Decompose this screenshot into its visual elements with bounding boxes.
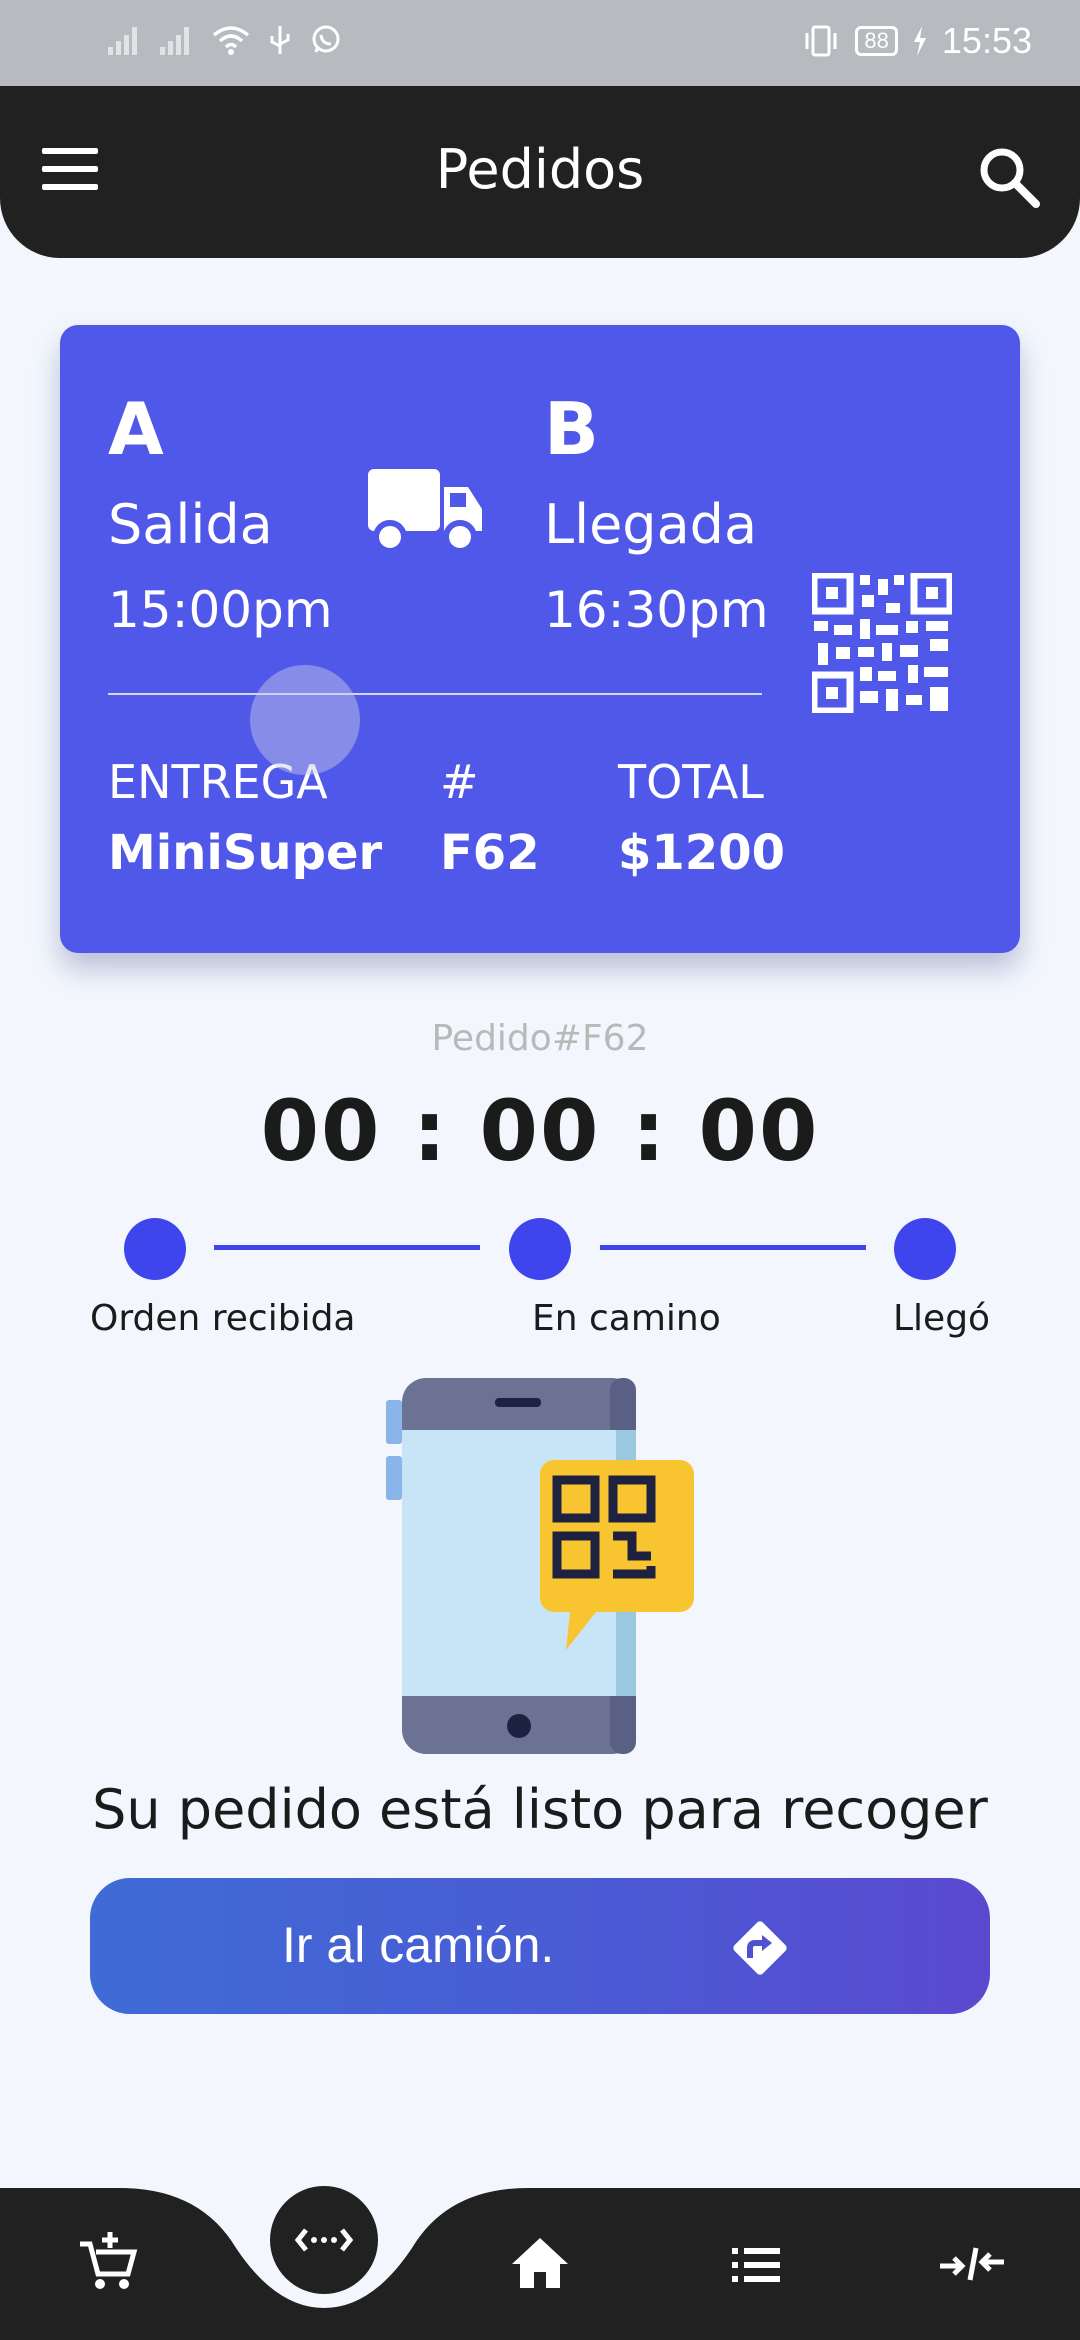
number-value: F62 [440, 825, 540, 881]
wifi-icon [212, 26, 250, 55]
step-dot-received [124, 1218, 186, 1280]
status-left-icons [108, 24, 342, 56]
step-label-arrived: Llegó [893, 1298, 991, 1339]
home-icon [512, 2238, 568, 2288]
page-title: Pedidos [435, 138, 645, 201]
nav-add-cart-button[interactable] [66, 2222, 146, 2302]
usb-icon [270, 26, 290, 54]
truck-icon [368, 469, 482, 554]
number-caption: # [440, 755, 479, 809]
origin-letter: A [108, 387, 164, 471]
go-to-truck-label: Ir al camión. [282, 1917, 555, 1973]
center-fab-button[interactable] [270, 2186, 378, 2294]
directions-icon [733, 1921, 787, 1975]
step-connector [600, 1245, 866, 1250]
signal-icon [108, 27, 137, 55]
phone-qr-illustration [386, 1378, 694, 1754]
total-caption: TOTAL [618, 755, 764, 809]
search-icon[interactable] [974, 142, 1044, 212]
nav-compress-button[interactable] [932, 2224, 1012, 2304]
compress-icon [940, 2247, 1004, 2281]
destination-letter: B [544, 387, 599, 471]
status-right-icons: 88 15:53 [801, 20, 1032, 62]
whatsapp-icon [312, 25, 340, 53]
signal-icon [160, 27, 189, 55]
charging-icon [913, 26, 926, 56]
step-dot-en-route [509, 1218, 571, 1280]
ticket-divider [108, 693, 762, 695]
origin-label: Salida [108, 493, 273, 556]
order-id-label: Pedido#F62 [431, 1018, 649, 1059]
origin-time: 15:00pm [108, 581, 333, 639]
destination-time: 16:30pm [544, 581, 769, 639]
touch-indicator [250, 665, 360, 775]
code-arrows-icon [294, 2228, 354, 2252]
list-icon [732, 2248, 780, 2282]
qr-code-icon [812, 573, 952, 713]
status-time: 15:53 [941, 20, 1032, 61]
countdown-timer: 00 : 00 : 00 [260, 1082, 820, 1180]
vibrate-icon [805, 25, 837, 57]
nav-list-button[interactable] [716, 2224, 796, 2304]
destination-label: Llegada [544, 493, 758, 556]
step-connector [214, 1245, 480, 1250]
nav-home-button[interactable] [500, 2224, 580, 2304]
add-cart-icon [80, 2232, 138, 2289]
battery-level: 88 [855, 26, 898, 56]
status-bar: 88 15:53 [0, 0, 1080, 86]
step-dot-arrived [894, 1218, 956, 1280]
step-label-received: Orden recibida [90, 1298, 356, 1339]
app-bar: Pedidos [0, 86, 1080, 258]
total-value: $1200 [618, 825, 785, 881]
ready-message: Su pedido está listo para recoger [92, 1778, 988, 1841]
step-label-en-route: En camino [532, 1298, 721, 1339]
go-to-truck-button[interactable]: Ir al camión. [90, 1878, 990, 2014]
delivery-value: MiniSuper [108, 825, 383, 881]
order-ticket-card[interactable]: A Salida 15:00pm B Llegada 16:30pm ENTRE… [60, 325, 1020, 953]
